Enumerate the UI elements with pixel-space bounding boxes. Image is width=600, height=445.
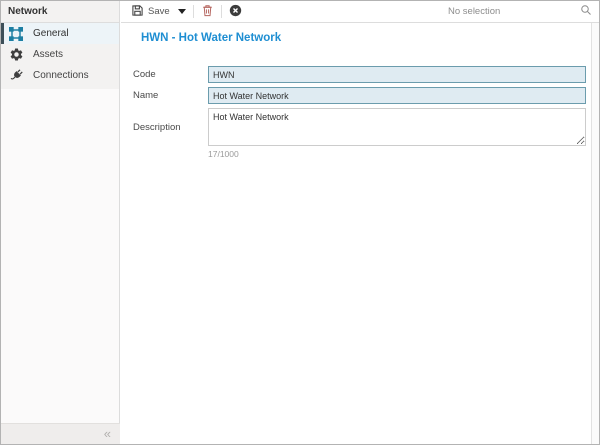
sidebar: Network General xyxy=(1,1,120,444)
name-field-row: Name xyxy=(133,87,586,104)
save-dropdown-button[interactable] xyxy=(178,9,186,14)
chevron-down-icon xyxy=(178,9,186,14)
collapse-sidebar-button[interactable]: « xyxy=(104,426,111,441)
toolbar-divider xyxy=(193,5,194,18)
save-label: Save xyxy=(148,6,170,17)
sidebar-footer: « xyxy=(1,423,120,444)
page-title: HWN - Hot Water Network xyxy=(141,32,281,44)
sidebar-item-general[interactable]: General xyxy=(1,23,119,44)
description-label: Description xyxy=(133,108,208,146)
cancel-button[interactable] xyxy=(229,4,242,20)
search-button[interactable] xyxy=(580,4,592,19)
delete-button[interactable] xyxy=(201,4,214,20)
main-panel: Save xyxy=(121,1,599,444)
toolbar-divider xyxy=(221,5,222,18)
scrollbar[interactable] xyxy=(591,23,599,444)
search-input[interactable] xyxy=(446,5,578,18)
name-label: Name xyxy=(133,87,208,104)
character-counter: 17/1000 xyxy=(208,149,239,159)
save-icon xyxy=(131,4,144,20)
code-label: Code xyxy=(133,66,208,83)
sidebar-header: Network xyxy=(1,1,119,23)
search-icon xyxy=(580,4,592,19)
network-icon xyxy=(7,25,25,43)
sidebar-item-label: Assets xyxy=(33,49,63,60)
description-textarea[interactable]: Hot Water Network xyxy=(208,108,586,146)
toolbar: Save xyxy=(121,1,599,23)
trash-icon xyxy=(201,4,214,20)
app-window: Network General xyxy=(0,0,600,445)
code-field-row: Code xyxy=(133,66,586,83)
sidebar-nav: Network General xyxy=(1,1,119,89)
sidebar-item-label: Connections xyxy=(33,70,89,81)
code-input[interactable] xyxy=(208,66,586,83)
cancel-circle-icon xyxy=(229,4,242,20)
save-button[interactable]: Save xyxy=(131,4,170,20)
sidebar-item-label: General xyxy=(33,28,69,39)
name-input[interactable] xyxy=(208,87,586,104)
description-field-row: Description Hot Water Network xyxy=(133,108,586,146)
sidebar-item-assets[interactable]: Assets xyxy=(1,44,119,65)
sidebar-item-connections[interactable]: Connections xyxy=(1,65,119,86)
gear-icon xyxy=(7,46,25,64)
plug-icon xyxy=(7,67,25,85)
